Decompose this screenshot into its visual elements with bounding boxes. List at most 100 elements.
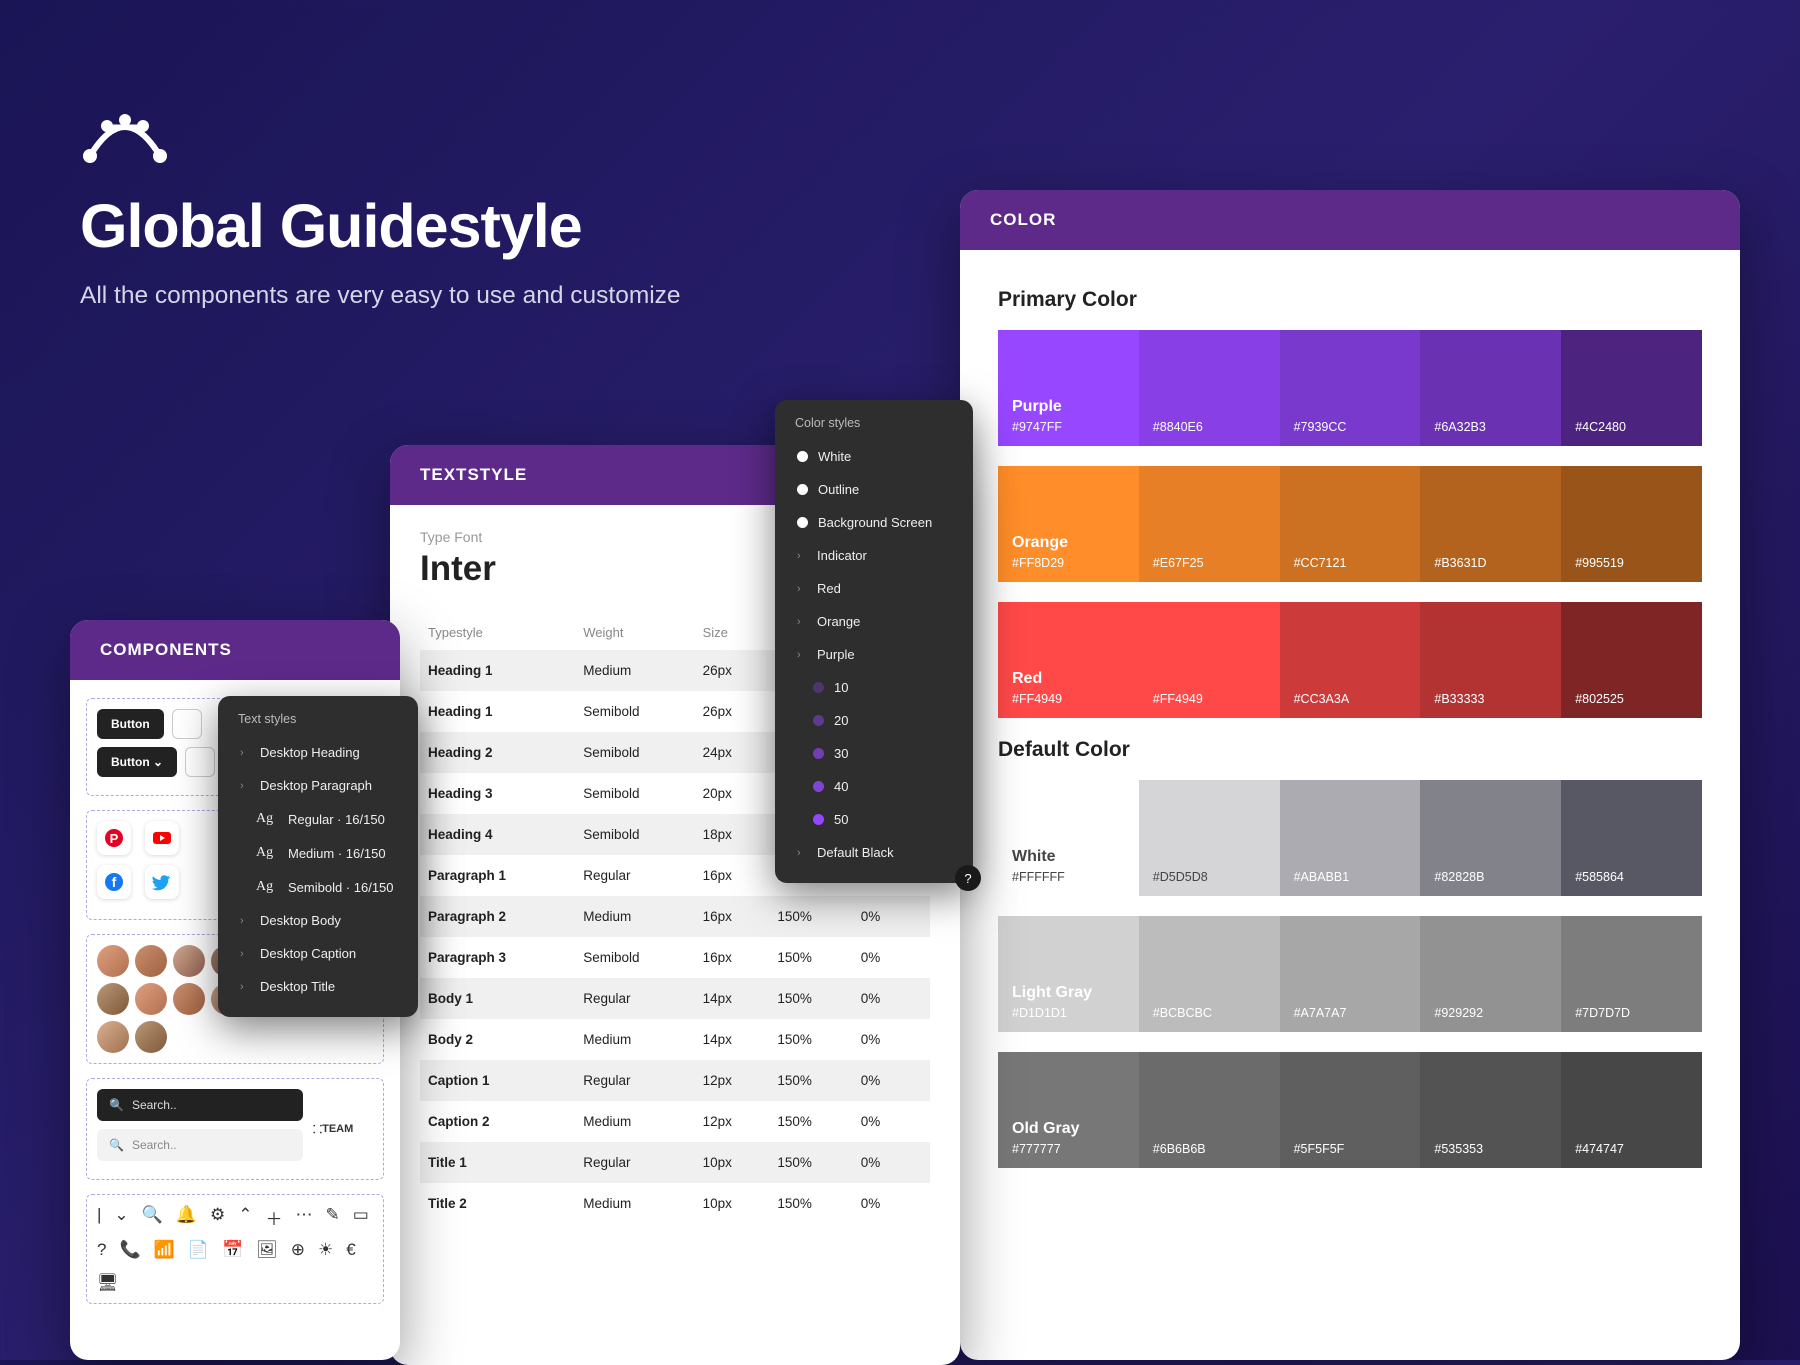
color-swatch[interactable]: #995519 xyxy=(1561,466,1702,582)
color-swatch[interactable]: #929292 xyxy=(1420,916,1561,1032)
color-swatch[interactable]: Red#FF4949 xyxy=(998,602,1139,718)
table-row: Title 2Medium10px150%0% xyxy=(420,1183,930,1224)
text-style-item[interactable]: ›Desktop Title xyxy=(222,970,414,1003)
avatar[interactable] xyxy=(173,945,205,977)
color-styles-title: Color styles xyxy=(779,414,969,440)
color-swatch[interactable]: #5F5F5F xyxy=(1280,1052,1421,1168)
color-group-item[interactable]: ›Orange xyxy=(779,605,969,638)
more-icon: ⋯ xyxy=(296,1205,313,1230)
text-style-variant[interactable]: AgRegular · 16/150 xyxy=(222,802,414,836)
text-style-item[interactable]: ›Desktop Caption xyxy=(222,937,414,970)
color-swatch[interactable]: #4C2480 xyxy=(1561,330,1702,446)
color-swatch[interactable]: #BCBCBC xyxy=(1139,916,1280,1032)
color-swatch[interactable]: #585864 xyxy=(1561,780,1702,896)
text-style-item[interactable]: ›Desktop Heading xyxy=(222,736,414,769)
logo-icon xyxy=(80,110,170,166)
swatch-row: Red#FF4949#FF4949#CC3A3A#B33333#802525 xyxy=(998,602,1702,718)
button-outline-2[interactable] xyxy=(185,747,215,777)
color-swatch[interactable]: #ABABB1 xyxy=(1280,780,1421,896)
color-swatch[interactable]: #7D7D7D xyxy=(1561,916,1702,1032)
color-group-item[interactable]: ›Purple xyxy=(779,638,969,671)
color-swatch[interactable]: #D5D5D8 xyxy=(1139,780,1280,896)
search-icon: 🔍 xyxy=(109,1138,124,1152)
color-shade[interactable]: 40 xyxy=(779,770,969,803)
team-badge: ⸬ TEAM xyxy=(313,1089,373,1169)
image-icon: 🖼 xyxy=(256,1240,278,1260)
color-swatch[interactable]: #6A32B3 xyxy=(1420,330,1561,446)
search-group: 🔍Search.. 🔍Search.. ⸬ TEAM xyxy=(86,1078,384,1180)
color-style-item[interactable]: Outline xyxy=(779,473,969,506)
chevron-down-icon: ⌄ xyxy=(114,1205,128,1230)
color-group-item[interactable]: ›Red xyxy=(779,572,969,605)
color-swatch[interactable]: #B3631D xyxy=(1420,466,1561,582)
icons-group: | ⌄ 🔍 🔔 ⚙ ⌃ ＋ ⋯ ✎ ▭ ? 📞 📶 📄 📅 🖼 ⊕ ☀ xyxy=(86,1194,384,1304)
avatar[interactable] xyxy=(135,1021,167,1053)
avatar[interactable] xyxy=(97,983,129,1015)
table-row: Title 1Regular10px150%0% xyxy=(420,1142,930,1183)
search-input-dark[interactable]: 🔍Search.. xyxy=(97,1089,303,1121)
button-dark[interactable]: Button xyxy=(97,709,164,739)
avatar[interactable] xyxy=(173,983,205,1015)
avatar[interactable] xyxy=(97,1021,129,1053)
color-shade[interactable]: 20 xyxy=(779,704,969,737)
color-shade[interactable]: 30 xyxy=(779,737,969,770)
avatar[interactable] xyxy=(135,983,167,1015)
table-row: Body 2Medium14px150%0% xyxy=(420,1019,930,1060)
text-style-variant[interactable]: AgSemibold · 16/150 xyxy=(222,870,414,904)
twitter-icon[interactable] xyxy=(145,865,179,899)
search-input-light[interactable]: 🔍Search.. xyxy=(97,1129,303,1161)
pinterest-icon[interactable]: P xyxy=(97,821,131,855)
button-outline[interactable] xyxy=(172,709,202,739)
search-icon: 🔍 xyxy=(109,1098,124,1112)
color-swatch[interactable]: #7939CC xyxy=(1280,330,1421,446)
avatar[interactable] xyxy=(135,945,167,977)
euro-icon: € xyxy=(346,1240,355,1260)
search-icon: 🔍 xyxy=(142,1205,163,1230)
color-swatch[interactable]: Light Gray#D1D1D1 xyxy=(998,916,1139,1032)
text-style-variant[interactable]: AgMedium · 16/150 xyxy=(222,836,414,870)
color-swatch[interactable]: #474747 xyxy=(1561,1052,1702,1168)
help-icon[interactable]: ? xyxy=(955,865,981,891)
table-row: Caption 2Medium12px150%0% xyxy=(420,1101,930,1142)
facebook-icon[interactable]: f xyxy=(97,865,131,899)
color-swatch[interactable]: #CC3A3A xyxy=(1280,602,1421,718)
youtube-icon[interactable] xyxy=(145,821,179,855)
color-swatch[interactable]: #802525 xyxy=(1561,602,1702,718)
color-swatch[interactable]: #FF4949 xyxy=(1139,602,1280,718)
color-style-item[interactable]: Background Screen xyxy=(779,506,969,539)
primary-color-label: Primary Color xyxy=(998,288,1702,312)
color-panel: COLOR Primary Color Purple#9747FF#8840E6… xyxy=(960,190,1740,1360)
color-swatch[interactable]: #82828B xyxy=(1420,780,1561,896)
color-swatch[interactable]: White#FFFFFF xyxy=(998,780,1139,896)
add-circle-icon: ⊕ xyxy=(291,1240,305,1260)
text-style-item[interactable]: ›Desktop Paragraph xyxy=(222,769,414,802)
color-swatch[interactable]: #6B6B6B xyxy=(1139,1052,1280,1168)
color-shade[interactable]: 50 xyxy=(779,803,969,836)
color-swatch[interactable]: #8840E6 xyxy=(1139,330,1280,446)
gear-icon: ⚙ xyxy=(210,1205,225,1230)
color-swatch[interactable]: #CC7121 xyxy=(1280,466,1421,582)
color-swatch[interactable]: Purple#9747FF xyxy=(998,330,1139,446)
color-swatch[interactable]: #B33333 xyxy=(1420,602,1561,718)
color-swatch[interactable]: Orange#FF8D29 xyxy=(998,466,1139,582)
swatch-row: Light Gray#D1D1D1#BCBCBC#A7A7A7#929292#7… xyxy=(998,916,1702,1032)
text-style-item[interactable]: ›Desktop Body xyxy=(222,904,414,937)
color-group-item[interactable]: ›Default Black xyxy=(779,836,969,869)
button-dark-dropdown[interactable]: Button ⌄ xyxy=(97,747,177,777)
color-shade[interactable]: 10 xyxy=(779,671,969,704)
avatar[interactable] xyxy=(97,945,129,977)
chevron-up-icon: ⌃ xyxy=(238,1205,252,1230)
components-panel-heading: COMPONENTS xyxy=(70,620,400,680)
color-style-item[interactable]: White xyxy=(779,440,969,473)
color-swatch[interactable]: Old Gray#777777 xyxy=(998,1052,1139,1168)
color-group-item[interactable]: ›Indicator xyxy=(779,539,969,572)
text-styles-title: Text styles xyxy=(222,710,414,736)
page-title: Global Guidestyle xyxy=(80,191,681,261)
table-row: Caption 1Regular12px150%0% xyxy=(420,1060,930,1101)
edit-icon: ✎ xyxy=(326,1205,340,1230)
color-swatch[interactable]: #535353 xyxy=(1420,1052,1561,1168)
color-swatch[interactable]: #A7A7A7 xyxy=(1280,916,1421,1032)
color-swatch[interactable]: #E67F25 xyxy=(1139,466,1280,582)
svg-text:f: f xyxy=(112,874,117,890)
color-panel-heading: COLOR xyxy=(960,190,1740,250)
